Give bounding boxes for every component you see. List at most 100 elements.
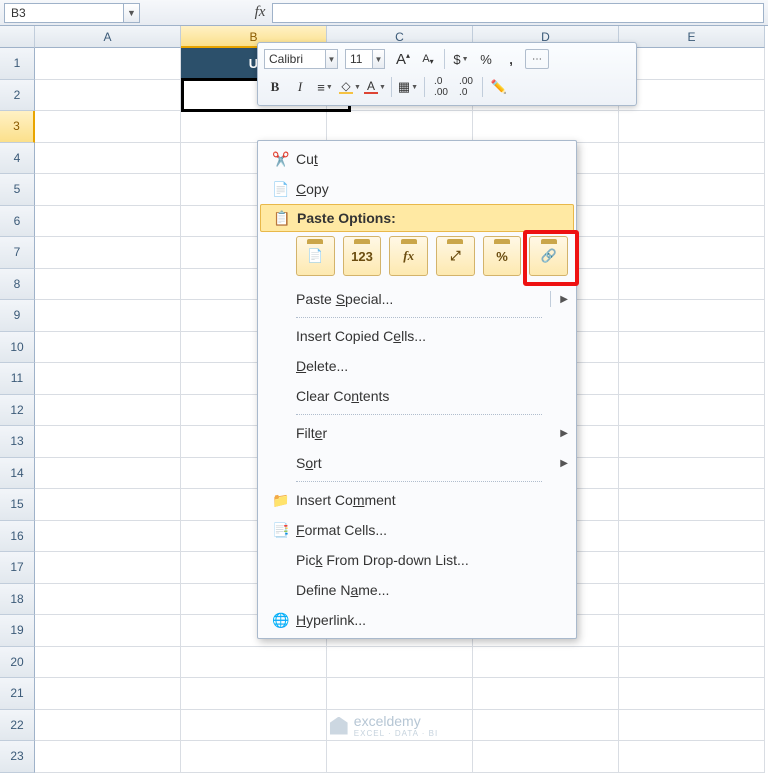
cell[interactable] [619, 741, 765, 773]
paste-opt-percent[interactable]: % [483, 236, 522, 276]
cell[interactable] [619, 647, 765, 679]
row-header[interactable]: 9 [0, 300, 35, 332]
font-size-box[interactable]: 11 [345, 49, 373, 69]
cell[interactable] [35, 395, 181, 427]
row-header[interactable]: 8 [0, 269, 35, 301]
cell[interactable] [181, 111, 327, 143]
name-box-dropdown[interactable]: ▼ [124, 3, 140, 23]
comma-button[interactable]: , [500, 48, 522, 70]
cell[interactable] [619, 111, 765, 143]
cell[interactable] [181, 710, 327, 742]
cell[interactable] [35, 710, 181, 742]
menu-copy[interactable]: 📄 Copy [260, 174, 574, 204]
row-header[interactable]: 16 [0, 521, 35, 553]
cell[interactable] [35, 269, 181, 301]
cell[interactable] [619, 48, 765, 80]
cell[interactable] [35, 111, 181, 143]
row-header[interactable]: 11 [0, 363, 35, 395]
font-size-dropdown[interactable]: ▼ [373, 49, 385, 69]
cell[interactable] [181, 647, 327, 679]
currency-button[interactable]: $▼ [450, 48, 472, 70]
font-name-dropdown[interactable]: ▼ [326, 49, 338, 69]
cell[interactable] [35, 678, 181, 710]
cell[interactable] [473, 647, 619, 679]
cell[interactable] [35, 426, 181, 458]
bold-button[interactable]: B [264, 76, 286, 98]
cell[interactable] [619, 80, 765, 112]
select-all-corner[interactable] [0, 26, 35, 48]
menu-paste-options[interactable]: 📋 Paste Options: [260, 204, 574, 232]
menu-clear-contents[interactable]: Clear Contents [260, 381, 574, 411]
cell[interactable] [35, 521, 181, 553]
cell[interactable] [619, 174, 765, 206]
menu-cut[interactable]: ✂️ Cut [260, 144, 574, 174]
row-header[interactable]: 21 [0, 678, 35, 710]
menu-insert-comment[interactable]: 📁Insert Comment [260, 485, 574, 515]
cell[interactable] [619, 615, 765, 647]
cell[interactable] [35, 332, 181, 364]
menu-format-cells[interactable]: 📑Format Cells... [260, 515, 574, 545]
row-header[interactable]: 14 [0, 458, 35, 490]
cell[interactable] [35, 363, 181, 395]
cell[interactable] [619, 363, 765, 395]
cell[interactable] [619, 521, 765, 553]
row-header[interactable]: 4 [0, 143, 35, 175]
cell[interactable] [327, 678, 473, 710]
increase-decimal-button[interactable]: .0.00 [430, 76, 452, 98]
cell[interactable] [619, 426, 765, 458]
row-header[interactable]: 19 [0, 615, 35, 647]
cell[interactable] [35, 741, 181, 773]
grow-font-button[interactable]: A▴ [392, 48, 414, 70]
align-button[interactable]: ≡▼ [314, 76, 336, 98]
format-painter-button[interactable]: ✏️ [488, 76, 510, 98]
paste-opt-default[interactable]: 📄 [296, 236, 335, 276]
cell[interactable] [181, 678, 327, 710]
formula-bar[interactable] [272, 3, 764, 23]
cell[interactable] [473, 710, 619, 742]
menu-hyperlink[interactable]: 🌐Hyperlink... [260, 605, 574, 635]
decrease-decimal-button[interactable]: .00.0 [455, 76, 477, 98]
cell[interactable] [35, 584, 181, 616]
menu-define-name[interactable]: Define Name... [260, 575, 574, 605]
row-header[interactable]: 3 [0, 111, 35, 143]
cell[interactable] [619, 552, 765, 584]
cell[interactable] [35, 80, 181, 112]
paste-opt-link[interactable]: 🔗 [529, 236, 568, 276]
col-header-A[interactable]: A [35, 26, 181, 48]
menu-paste-special[interactable]: Paste Special... ▶ [260, 284, 574, 314]
row-header[interactable]: 18 [0, 584, 35, 616]
font-name-box[interactable]: Calibri [264, 49, 326, 69]
cell[interactable] [327, 741, 473, 773]
cell[interactable] [619, 143, 765, 175]
cell[interactable] [619, 269, 765, 301]
cell[interactable] [35, 237, 181, 269]
fill-color-button[interactable]: ◇▼ [339, 76, 361, 98]
cell[interactable] [619, 300, 765, 332]
row-header[interactable]: 5 [0, 174, 35, 206]
cell[interactable] [35, 174, 181, 206]
menu-pick-from-list[interactable]: Pick From Drop-down List... [260, 545, 574, 575]
menu-sort[interactable]: Sort▶ [260, 448, 574, 478]
cell[interactable] [35, 143, 181, 175]
cell[interactable] [327, 111, 473, 143]
cell[interactable] [35, 615, 181, 647]
cell[interactable] [35, 647, 181, 679]
name-box[interactable]: B3 [4, 3, 124, 23]
cell[interactable] [327, 647, 473, 679]
cell[interactable] [35, 552, 181, 584]
cell[interactable] [619, 584, 765, 616]
cell[interactable] [35, 48, 181, 80]
percent-button[interactable]: % [475, 48, 497, 70]
row-header[interactable]: 10 [0, 332, 35, 364]
cell[interactable] [619, 395, 765, 427]
row-header[interactable]: 23 [0, 741, 35, 773]
col-header-E[interactable]: E [619, 26, 765, 48]
row-header[interactable]: 20 [0, 647, 35, 679]
cell[interactable] [35, 300, 181, 332]
format-cells-dialog-button[interactable]: ⋯ [525, 49, 549, 69]
row-header[interactable]: 2 [0, 80, 35, 112]
cell[interactable] [35, 489, 181, 521]
menu-filter[interactable]: Filter▶ [260, 418, 574, 448]
row-header[interactable]: 6 [0, 206, 35, 238]
cell[interactable] [619, 489, 765, 521]
